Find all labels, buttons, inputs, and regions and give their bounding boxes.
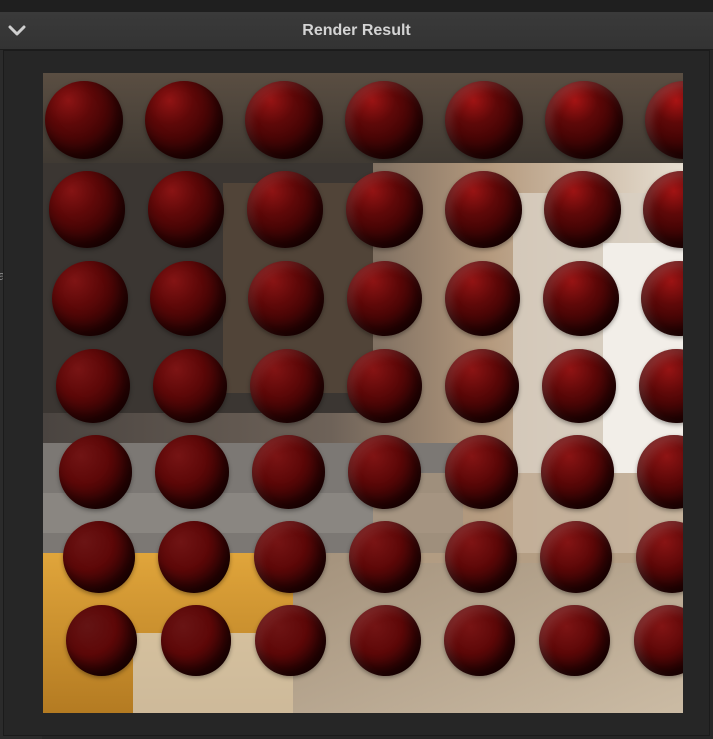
render-viewport bbox=[43, 73, 683, 713]
render-result-window: aterial Render Result bbox=[0, 0, 713, 739]
material-sphere bbox=[152, 348, 228, 423]
material-sphere bbox=[255, 605, 326, 677]
material-sphere bbox=[347, 348, 422, 423]
material-sphere bbox=[248, 260, 324, 337]
material-sphere bbox=[544, 171, 621, 249]
material-sphere bbox=[349, 605, 421, 677]
material-sphere bbox=[147, 171, 225, 249]
material-sphere bbox=[444, 348, 520, 423]
material-sphere bbox=[444, 171, 522, 249]
material-sphere bbox=[158, 521, 230, 593]
material-sphere bbox=[444, 521, 517, 593]
material-sphere bbox=[637, 435, 683, 509]
window-title: Render Result bbox=[302, 22, 411, 39]
material-sphere bbox=[444, 435, 518, 509]
material-sphere bbox=[444, 605, 516, 677]
material-sphere bbox=[48, 171, 126, 249]
window-titlebar[interactable]: Render Result bbox=[0, 12, 713, 50]
material-sphere bbox=[345, 171, 423, 249]
material-sphere bbox=[253, 521, 326, 593]
material-sphere bbox=[542, 348, 617, 423]
material-sphere bbox=[245, 81, 323, 159]
material-sphere bbox=[160, 605, 232, 677]
material-sphere bbox=[246, 171, 324, 249]
material-sphere-grid bbox=[43, 73, 683, 713]
material-sphere bbox=[541, 435, 615, 509]
material-sphere bbox=[543, 260, 619, 337]
material-sphere bbox=[645, 81, 683, 159]
material-sphere bbox=[155, 435, 229, 509]
material-sphere bbox=[444, 260, 521, 337]
material-sphere bbox=[349, 521, 421, 593]
material-sphere bbox=[635, 521, 683, 593]
material-sphere bbox=[150, 260, 226, 337]
material-sphere bbox=[346, 260, 423, 337]
material-sphere bbox=[145, 81, 223, 159]
material-sphere bbox=[643, 171, 683, 249]
material-sphere bbox=[348, 435, 422, 509]
material-sphere bbox=[633, 605, 683, 677]
window-top-strip bbox=[0, 0, 713, 12]
material-sphere bbox=[55, 348, 130, 423]
material-sphere bbox=[251, 435, 325, 509]
material-sphere bbox=[52, 260, 128, 337]
material-sphere bbox=[59, 435, 133, 509]
material-sphere bbox=[62, 521, 135, 593]
material-sphere bbox=[445, 81, 523, 159]
material-sphere bbox=[641, 260, 683, 337]
material-sphere bbox=[539, 605, 610, 677]
material-sphere bbox=[345, 81, 423, 159]
material-sphere bbox=[540, 521, 612, 593]
material-sphere bbox=[45, 81, 123, 159]
material-sphere bbox=[545, 81, 623, 159]
material-sphere bbox=[66, 605, 137, 677]
material-sphere bbox=[639, 348, 683, 423]
material-sphere bbox=[250, 348, 325, 423]
